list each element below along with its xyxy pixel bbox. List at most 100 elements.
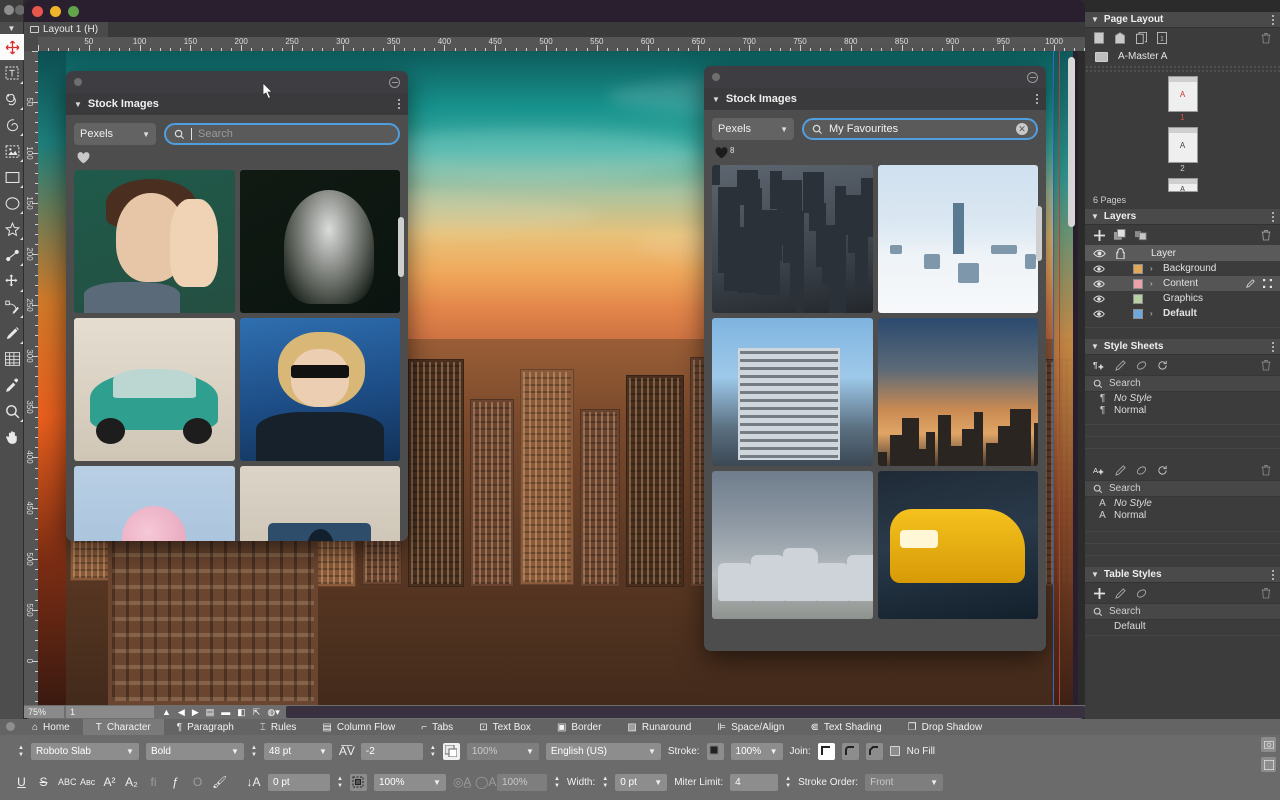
- horizontal-ruler[interactable]: 5010015020025030035040045050055060065070…: [24, 37, 1085, 51]
- thumb-foggy-skyline[interactable]: [878, 165, 1039, 313]
- thumb-sunset-skyline[interactable]: [878, 318, 1039, 466]
- subscript-icon[interactable]: A₂: [124, 775, 139, 789]
- page-thumbnail[interactable]: A: [1168, 76, 1198, 112]
- ligature-icon[interactable]: fi: [146, 775, 161, 789]
- panel-drag-grip[interactable]: [66, 71, 408, 93]
- stock-image-grid[interactable]: [704, 165, 1046, 619]
- vertical-ruler[interactable]: 501001502002503003504004505005500: [24, 51, 38, 705]
- trash-icon[interactable]: [1260, 32, 1272, 44]
- opacity-field[interactable]: 100%: [497, 774, 547, 791]
- page-layout-panel-header[interactable]: ▼ Page Layout: [1085, 12, 1280, 28]
- layer-row[interactable]: ›Background: [1085, 261, 1280, 276]
- measurement-palette-tabs[interactable]: ⌂HomeTCharacter¶Paragraph⌶Rules▤Column F…: [0, 719, 1280, 735]
- layer-list[interactable]: ›Background›ContentGraphics›Default: [1085, 261, 1280, 321]
- eye-icon[interactable]: [1093, 265, 1105, 273]
- minimize-button[interactable]: [50, 6, 61, 17]
- picture-box-tool[interactable]: [0, 138, 24, 164]
- text-color-opacity[interactable]: 100% ▼: [467, 743, 539, 760]
- style-list-item[interactable]: ANormal: [1085, 509, 1280, 521]
- page-up-icon[interactable]: ▲: [162, 707, 171, 717]
- single-page-view-icon[interactable]: ▤: [206, 707, 215, 718]
- text-color-icon[interactable]: [443, 743, 460, 760]
- layer-row[interactable]: ›Default: [1085, 306, 1280, 321]
- camera-icon[interactable]: [1261, 737, 1276, 752]
- zoom-tool[interactable]: [0, 398, 24, 424]
- trash-icon[interactable]: [1260, 587, 1272, 599]
- search-input[interactable]: My Favourites ✕: [802, 118, 1038, 140]
- trash-icon[interactable]: [1260, 229, 1272, 241]
- page-thumbnail-list[interactable]: A 1 A 2 A: [1085, 72, 1280, 194]
- clear-search-icon[interactable]: ✕: [1016, 123, 1028, 135]
- lock-icon[interactable]: [1116, 248, 1125, 259]
- thumb-veil-portrait[interactable]: [240, 170, 401, 313]
- panel-collapse-icon[interactable]: [389, 77, 400, 88]
- strikethrough-icon[interactable]: S: [36, 775, 51, 789]
- edit-icon[interactable]: [1114, 464, 1126, 476]
- new-paragraph-style-icon[interactable]: ¶: [1093, 359, 1105, 371]
- thumb-woman-portrait[interactable]: [74, 170, 235, 313]
- square-icon[interactable]: [1261, 757, 1276, 772]
- tab-border[interactable]: ▣Border: [544, 719, 614, 735]
- ruler-origin-box[interactable]: [24, 37, 38, 51]
- table-styles-panel-header[interactable]: ▼ Table Styles: [1085, 567, 1280, 583]
- baseline-shift-stepper[interactable]: ▲▼: [337, 776, 343, 789]
- no-fill-checkbox[interactable]: [890, 746, 900, 756]
- outline-O-icon[interactable]: O: [190, 775, 205, 789]
- selection-handles-icon[interactable]: [1263, 279, 1272, 288]
- panel-collapse-icon[interactable]: [1027, 72, 1038, 83]
- eye-icon[interactable]: [1093, 280, 1105, 288]
- search-input[interactable]: Search: [164, 123, 400, 145]
- edit-icon[interactable]: [1114, 359, 1126, 371]
- numbered-page-icon[interactable]: 1: [1156, 32, 1168, 44]
- style-list-item[interactable]: ¶Normal: [1085, 404, 1280, 416]
- style-list-item[interactable]: ¶No Style: [1085, 392, 1280, 404]
- font-family-stepper[interactable]: ▲▼: [18, 745, 24, 758]
- duplicate-icon[interactable]: [1135, 587, 1147, 599]
- panel-options-kebab-icon[interactable]: [1272, 15, 1274, 25]
- tab-space-align[interactable]: ⊫Space/Align: [704, 719, 797, 735]
- layer-row[interactable]: Graphics: [1085, 291, 1280, 306]
- horizontal-scale-select[interactable]: 100% ▼: [374, 774, 446, 791]
- zoom-button[interactable]: [68, 6, 79, 17]
- thumb-yellow-sportscar[interactable]: [878, 471, 1039, 619]
- eye-icon[interactable]: [1093, 249, 1106, 258]
- heart-icon[interactable]: [76, 151, 91, 164]
- baseline-shift-field[interactable]: 0 pt: [268, 774, 330, 791]
- stock-images-panel-favourites[interactable]: ▼ Stock Images Pexels ▼ My Favourites ✕: [704, 66, 1046, 651]
- opacity-stepper[interactable]: ▲▼: [554, 776, 560, 789]
- refresh-icon[interactable]: [1156, 359, 1168, 371]
- character-style-search[interactable]: Search: [1085, 480, 1280, 497]
- style-list-item[interactable]: ANo Style: [1085, 497, 1280, 509]
- layer-row[interactable]: ›Content: [1085, 276, 1280, 291]
- thumb-camera-hands[interactable]: [240, 466, 401, 541]
- star-tool[interactable]: [0, 216, 24, 242]
- panel-scrollbar[interactable]: [1036, 206, 1042, 261]
- disclosure-caret-icon[interactable]: ▼: [1091, 212, 1099, 221]
- page-number-field[interactable]: 1: [66, 706, 154, 718]
- trash-icon[interactable]: [1260, 464, 1272, 476]
- zoom-level-field[interactable]: 75%: [24, 706, 64, 718]
- thumb-aerial-city[interactable]: [712, 165, 873, 313]
- export-icon[interactable]: ⇱: [253, 707, 261, 718]
- tab-tabs[interactable]: ⌐Tabs: [408, 719, 466, 735]
- pan-tool[interactable]: [0, 424, 24, 450]
- thumb-pink-flowers[interactable]: [74, 466, 235, 541]
- oval-box-tool[interactable]: [0, 190, 24, 216]
- paragraph-style-list[interactable]: ¶No Style¶Normal: [1085, 392, 1280, 416]
- tab-rules[interactable]: ⌶Rules: [247, 719, 310, 735]
- tab-text-shading[interactable]: ⋐Text Shading: [797, 719, 894, 735]
- panel-options-kebab-icon[interactable]: [398, 99, 400, 109]
- all-caps-icon[interactable]: ABC: [58, 777, 73, 787]
- close-button[interactable]: [32, 6, 43, 17]
- tab-text-box[interactable]: ⊡Text Box: [466, 719, 544, 735]
- merge-layers-icon[interactable]: [1114, 229, 1126, 241]
- miter-join-icon[interactable]: [818, 743, 835, 760]
- stroke-color-icon[interactable]: [707, 743, 724, 760]
- provider-select[interactable]: Pexels ▼: [74, 123, 156, 145]
- page-thumbnail[interactable]: A: [1168, 178, 1198, 192]
- font-style-select[interactable]: Bold ▼: [146, 743, 244, 760]
- tab-character[interactable]: TCharacter: [83, 719, 164, 735]
- bezier-shape-tool[interactable]: [0, 86, 24, 112]
- table-style-item[interactable]: Default: [1085, 620, 1280, 633]
- layer-expand-caret-icon[interactable]: ›: [1150, 309, 1156, 318]
